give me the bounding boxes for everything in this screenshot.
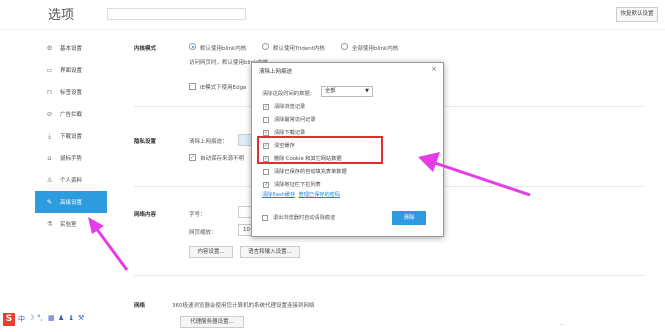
- kernel-all-blink-radio[interactable]: [341, 43, 348, 50]
- punctuation-icon[interactable]: °,: [37, 314, 43, 322]
- option-most-visited[interactable]: 清除最常访问记录: [263, 116, 316, 123]
- user-icon[interactable]: ♟: [58, 314, 64, 322]
- font-size-label: 字号：: [189, 212, 206, 218]
- option-download-history[interactable]: ✓ 清除下载记录: [263, 129, 305, 136]
- input-method-toolbar: S 中 ☽ °, ▦ ♟ ♝ ⚒: [3, 313, 113, 327]
- checkbox[interactable]: ✓: [263, 129, 269, 136]
- time-range-value: 全部: [325, 88, 336, 94]
- sidebar-item-interface[interactable]: ▭ 界面设置: [35, 59, 115, 81]
- page-title: 选项: [48, 8, 75, 23]
- reset-defaults-button[interactable]: 恢复默认设置: [616, 7, 658, 22]
- ie-edge-label: IE模式下使用Edge: [200, 85, 247, 91]
- checkbox[interactable]: ✓: [263, 181, 269, 188]
- kernel-trident-radio[interactable]: [262, 43, 269, 50]
- sidebar-item-mouse-gesture[interactable]: ⌂ 鼠标手势: [35, 147, 115, 169]
- option-address-bar-dropdown[interactable]: ✓ 清除地址栏下拉列表: [263, 181, 321, 188]
- manage-passwords-link[interactable]: 管理已保存的密码: [299, 192, 341, 198]
- caret-down-icon: ▼: [365, 88, 369, 94]
- clear-flash-cache-link[interactable]: 清除flash缓存: [262, 192, 295, 198]
- sidebar-item-advanced[interactable]: ✎ 高级设置: [35, 191, 107, 213]
- search-input[interactable]: [107, 8, 246, 20]
- advanced-icon: ✎: [46, 198, 53, 206]
- auto-clear-on-exit-option[interactable]: 退出浏览器时自动清除痕迹: [262, 214, 335, 221]
- mouse-icon: ⌂: [47, 154, 52, 162]
- download-icon: ⤓: [48, 132, 51, 140]
- option-label: 清除最常访问记录: [274, 117, 316, 123]
- sidebar-item-label: 界面设置: [60, 68, 83, 74]
- option-browsing-history[interactable]: ✓ 清除浏览记录: [263, 103, 305, 110]
- checkbox[interactable]: [263, 168, 269, 175]
- sogou-logo-icon[interactable]: S: [3, 313, 15, 326]
- sidebar-item-basic[interactable]: ⚙ 基本设置: [35, 37, 115, 59]
- sidebar-item-label: 个人资料: [60, 178, 83, 184]
- shield-icon: ⊘: [46, 110, 53, 118]
- checkbox[interactable]: [262, 214, 268, 221]
- skin-icon[interactable]: ♝: [68, 314, 74, 322]
- kernel-blink-label: 默认使用blink内核: [200, 46, 247, 52]
- ie-edge-checkbox[interactable]: [189, 83, 196, 90]
- sidebar-item-tabs[interactable]: ⊓ 标签设置: [35, 81, 115, 103]
- sidebar: ⚙ 基本设置 ▭ 界面设置 ⊓ 标签设置 ⊘ 广告拦截 ⤓ 下载设置 ⌂ 鼠标手势 ♙ 个人资…: [35, 37, 115, 235]
- kernel-blink-radio[interactable]: [189, 43, 196, 50]
- gear-icon: ⚙: [46, 44, 53, 52]
- window-icon: ▭: [46, 66, 53, 74]
- sidebar-item-label: 标签设置: [60, 90, 83, 96]
- header-bar: 选项 恢复默认设置: [0, 0, 665, 30]
- section-divider: [134, 275, 644, 276]
- dialog-links: 清除flash缓存 管理已保存的密码: [262, 191, 340, 198]
- lab-icon: ⚗: [46, 220, 53, 228]
- sidebar-item-label: 高级设置: [60, 200, 83, 206]
- tools-icon[interactable]: ⚒: [78, 314, 84, 322]
- sidebar-item-label: 鼠标手势: [60, 156, 83, 162]
- chinese-mode-icon[interactable]: 中: [18, 314, 25, 324]
- highlight-box: [257, 136, 383, 164]
- kernel-section-title: 内核模式: [134, 46, 157, 52]
- zoom-label: 网页缩放：: [189, 230, 217, 236]
- option-label: 清除地址栏下拉列表: [274, 182, 321, 188]
- option-label: 清除已保存的自动填充表单数据: [274, 169, 347, 175]
- checkbox[interactable]: ✓: [263, 103, 269, 110]
- sidebar-item-label: 基本设置: [60, 46, 83, 52]
- network-section-title: 网络: [134, 303, 146, 309]
- clear-traces-button[interactable]: [238, 134, 252, 146]
- web-content-section-title: 网络内容: [134, 212, 157, 218]
- privacy-section-title: 隐私设置: [134, 139, 157, 145]
- content-settings-button[interactable]: 内容设置...: [189, 246, 233, 258]
- clear-button[interactable]: 清除: [392, 211, 426, 225]
- sidebar-item-download[interactable]: ⤓ 下载设置: [35, 125, 115, 147]
- checkbox[interactable]: [263, 116, 269, 123]
- option-autofill-data[interactable]: 清除已保存的自动填充表单数据: [263, 168, 347, 175]
- kernel-all-blink-label: 全部使用blink内核: [352, 46, 399, 52]
- dialog-title: 清除上网痕迹: [259, 69, 293, 75]
- option-label: 清除浏览记录: [274, 104, 306, 110]
- keyboard-icon[interactable]: ▦: [48, 314, 55, 322]
- sidebar-item-lab[interactable]: ⚗ 实验室: [35, 213, 115, 235]
- sidebar-item-adblock[interactable]: ⊘ 广告拦截: [35, 103, 115, 125]
- status-text: ···: [560, 322, 565, 328]
- font-size-select[interactable]: [238, 206, 252, 218]
- time-range-select[interactable]: 全部 ▼: [321, 86, 373, 97]
- proxy-settings-button[interactable]: 代理服务器设置...: [180, 316, 244, 328]
- time-range-label: 清除这段时间的数据：: [262, 91, 315, 97]
- tab-icon: ⊓: [46, 88, 53, 96]
- clear-traces-label: 清除上网痕迹：: [189, 139, 228, 145]
- network-description: 360极速浏览器会使用您计算机的系统代理设置连接到网络: [172, 303, 315, 309]
- zoom-select[interactable]: 10: [238, 224, 252, 236]
- sidebar-item-label: 实验室: [60, 222, 77, 228]
- kernel-trident-label: 默认使用Trident内核: [273, 46, 325, 52]
- language-input-settings-button[interactable]: 语言和输入设置...: [240, 246, 300, 258]
- auto-save-checkbox[interactable]: ✓: [189, 154, 196, 161]
- close-icon[interactable]: ×: [431, 65, 437, 73]
- person-icon: ♙: [46, 176, 53, 184]
- auto-clear-on-exit-label: 退出浏览器时自动清除痕迹: [273, 215, 336, 221]
- sidebar-item-label: 广告拦截: [60, 112, 83, 118]
- sidebar-item-label: 下载设置: [60, 134, 83, 140]
- sidebar-item-profile[interactable]: ♙ 个人资料: [35, 169, 115, 191]
- auto-save-label: 自动保存来源不明: [200, 156, 245, 162]
- moon-icon[interactable]: ☽: [28, 314, 34, 322]
